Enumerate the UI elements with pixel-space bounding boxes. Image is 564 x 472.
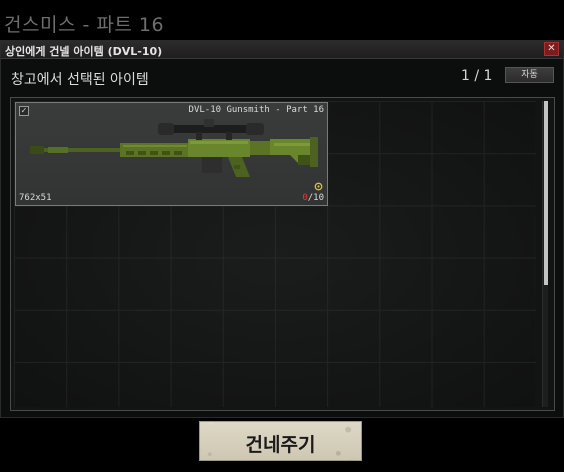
rifle-icon	[30, 119, 318, 177]
auto-select-button[interactable]: 자동	[505, 67, 554, 83]
page-indicator: 1 / 1	[461, 68, 493, 84]
scroll-thumb[interactable]	[544, 101, 548, 285]
handover-window: 상인에게 건넬 아이템 (DVL-10) ✕ 창고에서 선택된 아이템 1 / …	[0, 40, 564, 418]
stash-selected-label: 창고에서 선택된 아이템	[11, 72, 149, 88]
window-title: 상인에게 건넬 아이템 (DVL-10)	[5, 45, 163, 58]
mag-capacity: /10	[307, 193, 324, 203]
page-title: 건스미스 - 파트 16	[4, 14, 165, 36]
give-button-label: 건네주기	[245, 434, 316, 456]
item-card-dvl10[interactable]: ✓ DVL-10 Gunsmith - Part 16 762x51 0/10	[15, 102, 328, 206]
item-caliber: 762x51	[19, 193, 52, 203]
window-header: 상인에게 건넬 아이템 (DVL-10) ✕	[1, 41, 563, 59]
close-button[interactable]: ✕	[544, 42, 559, 56]
item-name: DVL-10 Gunsmith - Part 16	[188, 105, 324, 115]
grid-scrollbar[interactable]	[542, 101, 548, 407]
stash-grid: ✓ DVL-10 Gunsmith - Part 16 762x51 0/10	[10, 97, 555, 411]
give-button[interactable]: 건네주기	[199, 421, 362, 461]
item-magazine-count: 0/10	[302, 193, 324, 203]
modded-badge-icon	[314, 182, 323, 191]
